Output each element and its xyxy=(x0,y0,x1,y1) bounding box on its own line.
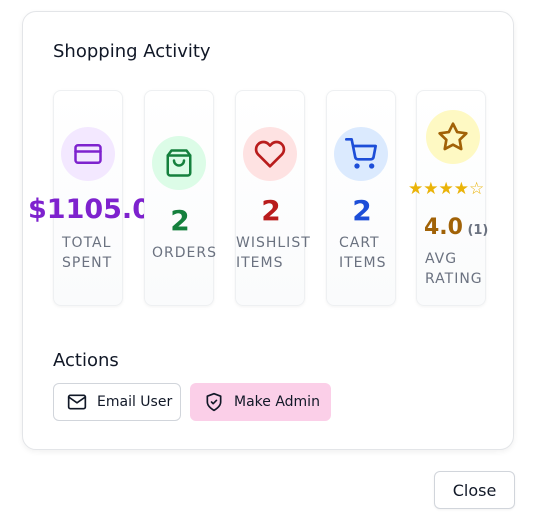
stat-rating: ★★★★☆ 4.0 (1) AVG RATING xyxy=(408,90,488,306)
cart-icon xyxy=(334,127,388,181)
rating-value-row: 4.0 (1) xyxy=(424,215,488,240)
total-spent-label: TOTAL SPENT xyxy=(62,235,113,271)
rating-label: AVG RATING xyxy=(425,251,483,287)
rating-value: 4.0 xyxy=(424,215,463,240)
star-filled-icon: ★ xyxy=(408,179,424,198)
stat-cart: 2 CART ITEMS xyxy=(326,90,396,306)
heart-icon xyxy=(243,127,297,181)
star-filled-icon: ★ xyxy=(438,179,454,198)
wishlist-value: 2 xyxy=(261,194,281,227)
cart-label: CART ITEMS xyxy=(339,235,387,271)
email-user-label: Email User xyxy=(97,394,173,410)
rating-stars: ★★★★☆ xyxy=(408,179,484,199)
shield-check-icon xyxy=(204,392,234,412)
make-admin-button[interactable]: Make Admin xyxy=(190,383,331,421)
star-filled-icon: ★ xyxy=(423,179,439,198)
stat-total-spent: $1105.00 TOTAL SPENT xyxy=(28,90,148,306)
actions-title: Actions xyxy=(53,350,119,371)
make-admin-label: Make Admin xyxy=(234,394,320,410)
orders-label: ORDERS xyxy=(152,245,217,261)
shopping-activity-title: Shopping Activity xyxy=(53,41,211,62)
close-label: Close xyxy=(452,480,497,500)
stats-row: $1105.00 TOTAL SPENT 2 ORDERS xyxy=(28,90,493,310)
star-filled-icon: ★ xyxy=(453,179,469,198)
star-icon xyxy=(426,110,480,164)
email-user-button[interactable]: Email User xyxy=(53,383,181,421)
shopping-bag-icon xyxy=(152,136,206,190)
stat-wishlist: 2 WISHLIST ITEMS xyxy=(235,90,310,306)
credit-card-icon xyxy=(61,127,115,181)
mail-icon xyxy=(67,392,97,412)
stat-orders: 2 ORDERS xyxy=(144,90,216,306)
orders-value: 2 xyxy=(170,204,190,237)
total-spent-value: $1105.00 xyxy=(28,194,148,225)
user-activity-card: Shopping Activity $1105.00 TOTAL SPENT xyxy=(22,11,514,450)
cart-value: 2 xyxy=(352,194,372,227)
rating-count: (1) xyxy=(467,223,489,238)
star-empty-icon: ☆ xyxy=(469,179,485,198)
close-button[interactable]: Close xyxy=(434,471,515,509)
wishlist-label: WISHLIST ITEMS xyxy=(236,235,311,271)
